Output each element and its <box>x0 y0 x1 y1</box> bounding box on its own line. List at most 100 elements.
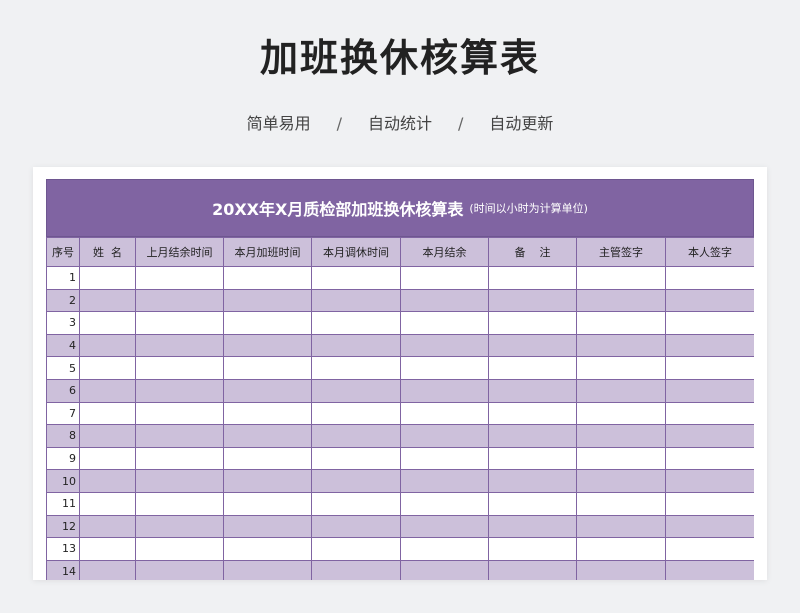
table-cell[interactable] <box>311 401 401 426</box>
table-cell[interactable] <box>488 288 577 313</box>
table-cell[interactable] <box>665 378 754 403</box>
table-cell[interactable] <box>576 333 666 358</box>
table-cell[interactable] <box>400 537 489 561</box>
table-cell[interactable] <box>79 424 136 448</box>
table-cell[interactable] <box>79 514 136 539</box>
table-cell[interactable] <box>135 514 224 539</box>
table-cell[interactable] <box>576 424 666 448</box>
table-cell[interactable] <box>400 356 489 380</box>
table-cell[interactable] <box>488 469 577 493</box>
table-cell[interactable] <box>576 266 666 290</box>
table-cell[interactable] <box>311 378 401 403</box>
table-cell[interactable] <box>488 356 577 380</box>
table-cell[interactable] <box>488 537 577 561</box>
table-cell[interactable] <box>135 333 224 358</box>
table-cell[interactable] <box>488 266 577 290</box>
table-cell[interactable] <box>223 469 312 493</box>
table-cell[interactable] <box>223 356 312 380</box>
table-cell[interactable] <box>488 446 577 471</box>
table-cell[interactable] <box>223 424 312 448</box>
table-cell[interactable] <box>665 559 754 580</box>
table-cell[interactable] <box>135 288 224 313</box>
table-cell[interactable] <box>576 401 666 426</box>
table-cell[interactable] <box>400 333 489 358</box>
table-cell[interactable] <box>576 378 666 403</box>
table-cell[interactable] <box>135 537 224 561</box>
table-cell[interactable] <box>576 491 666 516</box>
table-cell[interactable] <box>665 446 754 471</box>
table-cell[interactable] <box>135 311 224 335</box>
table-cell[interactable] <box>79 401 136 426</box>
table-cell[interactable] <box>135 446 224 471</box>
table-cell[interactable] <box>665 401 754 426</box>
table-cell[interactable] <box>665 469 754 493</box>
table-cell[interactable] <box>223 401 312 426</box>
table-cell[interactable] <box>488 333 577 358</box>
table-cell[interactable] <box>311 266 401 290</box>
table-cell[interactable] <box>311 311 401 335</box>
table-cell[interactable] <box>400 469 489 493</box>
table-cell[interactable] <box>135 559 224 580</box>
table-cell[interactable] <box>400 446 489 471</box>
table-cell[interactable] <box>400 559 489 580</box>
table-cell[interactable] <box>223 559 312 580</box>
table-cell[interactable] <box>135 469 224 493</box>
table-cell[interactable] <box>665 514 754 539</box>
table-cell[interactable] <box>311 491 401 516</box>
table-cell[interactable] <box>223 514 312 539</box>
table-cell[interactable] <box>665 266 754 290</box>
table-cell[interactable] <box>79 378 136 403</box>
table-cell[interactable] <box>665 288 754 313</box>
table-cell[interactable] <box>311 446 401 471</box>
table-cell[interactable] <box>576 514 666 539</box>
table-cell[interactable] <box>576 288 666 313</box>
table-cell[interactable] <box>576 311 666 335</box>
table-cell[interactable] <box>223 266 312 290</box>
table-cell[interactable] <box>665 491 754 516</box>
table-cell[interactable] <box>665 311 754 335</box>
table-cell[interactable] <box>135 378 224 403</box>
table-cell[interactable] <box>135 401 224 426</box>
table-cell[interactable] <box>400 288 489 313</box>
table-cell[interactable] <box>79 356 136 380</box>
table-cell[interactable] <box>311 514 401 539</box>
table-cell[interactable] <box>400 514 489 539</box>
table-cell[interactable] <box>79 311 136 335</box>
table-cell[interactable] <box>311 356 401 380</box>
table-cell[interactable] <box>223 333 312 358</box>
table-cell[interactable] <box>79 288 136 313</box>
table-cell[interactable] <box>665 356 754 380</box>
table-cell[interactable] <box>400 378 489 403</box>
table-cell[interactable] <box>400 491 489 516</box>
table-cell[interactable] <box>576 446 666 471</box>
table-cell[interactable] <box>488 311 577 335</box>
table-cell[interactable] <box>135 266 224 290</box>
table-cell[interactable] <box>665 537 754 561</box>
table-cell[interactable] <box>223 446 312 471</box>
table-cell[interactable] <box>576 537 666 561</box>
table-cell[interactable] <box>488 491 577 516</box>
table-cell[interactable] <box>488 401 577 426</box>
table-cell[interactable] <box>400 401 489 426</box>
table-cell[interactable] <box>79 537 136 561</box>
table-cell[interactable] <box>311 469 401 493</box>
table-cell[interactable] <box>576 559 666 580</box>
table-cell[interactable] <box>223 311 312 335</box>
table-cell[interactable] <box>488 424 577 448</box>
table-cell[interactable] <box>79 491 136 516</box>
table-cell[interactable] <box>665 424 754 448</box>
table-cell[interactable] <box>223 378 312 403</box>
table-cell[interactable] <box>665 333 754 358</box>
table-cell[interactable] <box>488 378 577 403</box>
table-cell[interactable] <box>223 288 312 313</box>
table-cell[interactable] <box>311 424 401 448</box>
table-cell[interactable] <box>79 469 136 493</box>
table-cell[interactable] <box>311 333 401 358</box>
table-cell[interactable] <box>576 356 666 380</box>
table-cell[interactable] <box>79 559 136 580</box>
table-cell[interactable] <box>400 311 489 335</box>
table-cell[interactable] <box>223 491 312 516</box>
table-cell[interactable] <box>311 288 401 313</box>
table-cell[interactable] <box>576 469 666 493</box>
table-cell[interactable] <box>79 446 136 471</box>
